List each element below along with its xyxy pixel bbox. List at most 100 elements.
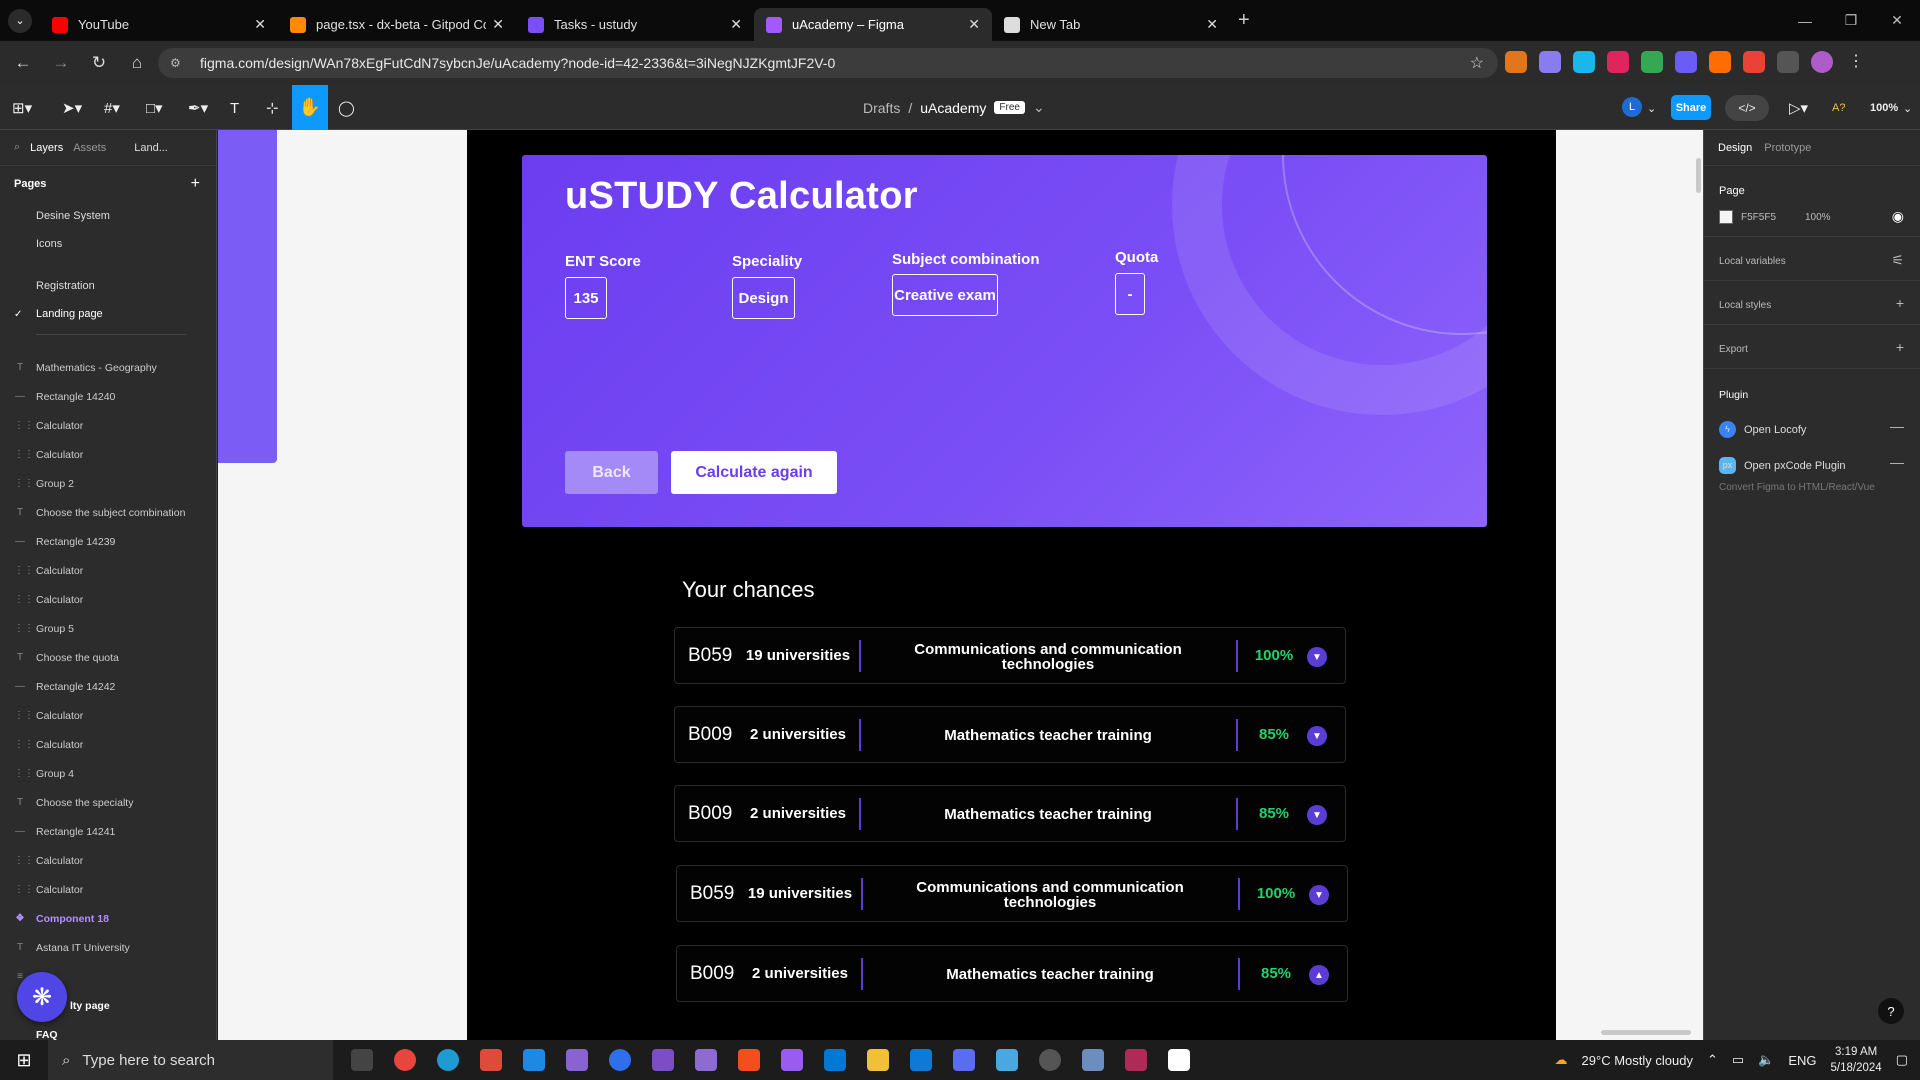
new-tab-button[interactable]: + xyxy=(1238,9,1250,32)
browser-tab[interactable]: YouTube ✕ xyxy=(40,8,278,41)
kebab-menu-icon[interactable]: ⋮ xyxy=(1845,51,1867,73)
font-warning-icon[interactable]: A? xyxy=(1832,95,1845,121)
notion-icon[interactable] xyxy=(1168,1049,1190,1071)
layer-item[interactable]: ⋮⋮ Calculator xyxy=(0,846,216,875)
layer-item[interactable]: ⋮⋮ Calculator xyxy=(0,701,216,730)
layer-item[interactable]: ❖ Component 18 xyxy=(0,904,216,933)
chevron-down-icon[interactable]: ⌄ xyxy=(1903,95,1912,121)
taskbar-search[interactable]: ⌕ Type here to search xyxy=(48,1040,333,1080)
chance-row[interactable]: B059 19 universities Communications and co… xyxy=(674,627,1346,684)
layer-item[interactable]: ⋮⋮ Calculator xyxy=(0,440,216,469)
search-icon[interactable]: ⌕ xyxy=(14,141,20,154)
zoom-level[interactable]: 100% xyxy=(1870,95,1898,121)
text-tool-icon[interactable]: T xyxy=(230,95,239,121)
layer-item[interactable]: — Rectangle 14241 xyxy=(0,817,216,846)
layer-item[interactable]: ⋮⋮ Calculator xyxy=(0,585,216,614)
page-switcher[interactable]: Land... xyxy=(134,142,168,154)
figma-main-menu-icon[interactable]: ⊞▾ xyxy=(12,95,32,121)
app-icon[interactable] xyxy=(781,1049,803,1071)
layer-item[interactable]: T Astana IT University xyxy=(0,933,216,962)
app-icon[interactable] xyxy=(609,1049,631,1071)
tab-design[interactable]: Design xyxy=(1718,142,1752,154)
add-export-icon[interactable]: + xyxy=(1896,339,1904,355)
browser-tab[interactable]: Tasks - ustudy ✕ xyxy=(516,8,754,41)
page-color-value[interactable]: F5F5F5 xyxy=(1741,212,1776,223)
layer-item[interactable]: ⋮⋮ Calculator xyxy=(0,730,216,759)
calculate-again-button[interactable]: Calculate again xyxy=(671,451,837,494)
store-icon[interactable] xyxy=(824,1049,846,1071)
subject-combination-field[interactable]: Creative exam xyxy=(892,274,998,316)
quota-field[interactable]: - xyxy=(1115,273,1145,315)
chevron-down-icon[interactable]: ▼ xyxy=(1307,726,1327,746)
back-button[interactable]: Back xyxy=(565,451,658,494)
layer-item[interactable]: ⋮⋮ Group 4 xyxy=(0,759,216,788)
speciality-field[interactable]: Design xyxy=(732,277,795,319)
page-item[interactable]: Desine System xyxy=(0,202,216,230)
layer-item[interactable]: — Rectangle 14242 xyxy=(0,672,216,701)
page-item[interactable]: ✓ Landing page xyxy=(0,300,216,328)
tab-layers[interactable]: Layers xyxy=(30,142,63,154)
figma-icon[interactable] xyxy=(738,1049,760,1071)
layer-item[interactable]: T Mathematics - Geography xyxy=(0,353,216,382)
home-icon[interactable]: ⌂ xyxy=(122,53,152,73)
page-color-swatch[interactable] xyxy=(1719,210,1733,224)
restore-button[interactable]: ❐ xyxy=(1828,0,1874,41)
hand-tool-icon[interactable]: ✋ xyxy=(292,85,328,130)
forward-arrow-icon[interactable]: → xyxy=(46,53,76,73)
close-tab-icon[interactable]: ✕ xyxy=(492,16,504,33)
layer-item[interactable]: T Choose the quota xyxy=(0,643,216,672)
layer-item[interactable]: ⋮⋮ Calculator xyxy=(0,411,216,440)
chance-row[interactable]: B009 2 universities Mathematics teacher tr… xyxy=(674,706,1346,763)
layer-item[interactable]: ⋮⋮ Calculator xyxy=(0,875,216,904)
app-icon[interactable] xyxy=(566,1049,588,1071)
extension-icon[interactable] xyxy=(1539,51,1561,73)
address-bar[interactable]: ⚙ figma.com/design/WAn78xEgFutCdN7sybcnJ… xyxy=(158,48,1498,78)
layer-item[interactable]: FAQ xyxy=(0,1020,216,1041)
calculator-card[interactable]: uSTUDY Calculator ENT Score 135 Speciali… xyxy=(522,155,1487,527)
eye-icon[interactable]: ◉ xyxy=(1892,208,1904,225)
app-icon[interactable] xyxy=(1125,1049,1147,1071)
breadcrumb-drafts[interactable]: Drafts xyxy=(863,100,900,116)
present-play-icon[interactable]: ▷▾ xyxy=(1789,95,1808,121)
back-arrow-icon[interactable]: ← xyxy=(8,53,38,73)
layer-item[interactable]: — Rectangle 14239 xyxy=(0,527,216,556)
tab-search-button[interactable]: ⌄ xyxy=(0,0,40,41)
horizontal-scrollbar[interactable] xyxy=(1601,1030,1691,1035)
move-tool-icon[interactable]: ➤▾ xyxy=(62,95,82,121)
vscode-icon[interactable] xyxy=(523,1049,545,1071)
pen-tool-icon[interactable]: ✒▾ xyxy=(188,95,208,121)
page-opacity-value[interactable]: 100% xyxy=(1805,212,1831,223)
puzzle-extensions-icon[interactable] xyxy=(1777,51,1799,73)
dev-mode-toggle[interactable]: </> xyxy=(1725,95,1769,121)
frame-tool-icon[interactable]: #▾ xyxy=(104,95,120,121)
notifications-icon[interactable]: ▢ xyxy=(1896,1052,1908,1068)
chevron-up-icon[interactable]: ⌃ xyxy=(1707,1052,1718,1068)
clock[interactable]: 3:19 AM 5/18/2024 xyxy=(1831,1044,1882,1076)
metamask-extension-icon[interactable] xyxy=(1505,51,1527,73)
chevron-down-icon[interactable]: ⌄ xyxy=(1033,99,1045,116)
tab-assets[interactable]: Assets xyxy=(73,142,106,154)
network-icon[interactable]: ▭ xyxy=(1732,1052,1744,1068)
browser-tab[interactable]: New Tab ✕ xyxy=(992,8,1230,41)
extension-icon[interactable] xyxy=(1709,51,1731,73)
ent-score-field[interactable]: 135 xyxy=(565,277,607,319)
layer-item[interactable]: ⋮⋮ Group 2 xyxy=(0,469,216,498)
file-name[interactable]: uAcademy xyxy=(920,100,986,116)
vimeo-extension-icon[interactable] xyxy=(1573,51,1595,73)
layer-item[interactable]: T Choose the specialty xyxy=(0,788,216,817)
layer-item[interactable]: ⋮⋮ Calculator xyxy=(0,556,216,585)
chevron-up-icon[interactable]: ▲ xyxy=(1309,965,1329,985)
app-icon[interactable] xyxy=(953,1049,975,1071)
user-avatar[interactable]: L xyxy=(1622,97,1642,117)
chrome-icon[interactable] xyxy=(394,1049,416,1071)
settings-gear-icon[interactable] xyxy=(1039,1049,1061,1071)
chevron-down-icon[interactable]: ▼ xyxy=(1307,805,1327,825)
reload-icon[interactable]: ↻ xyxy=(84,53,114,73)
volume-icon[interactable]: 🔈 xyxy=(1758,1052,1774,1068)
browser-tab[interactable]: uAcademy – Figma ✕ xyxy=(754,8,992,41)
layer-item[interactable]: — Rectangle 14240 xyxy=(0,382,216,411)
chevron-down-icon[interactable]: ⌄ xyxy=(1647,95,1656,121)
plugin-pxcode[interactable]: px Open pxCode Plugin xyxy=(1719,457,1846,474)
edge-icon[interactable] xyxy=(437,1049,459,1071)
shape-tool-icon[interactable]: □▾ xyxy=(146,95,163,121)
